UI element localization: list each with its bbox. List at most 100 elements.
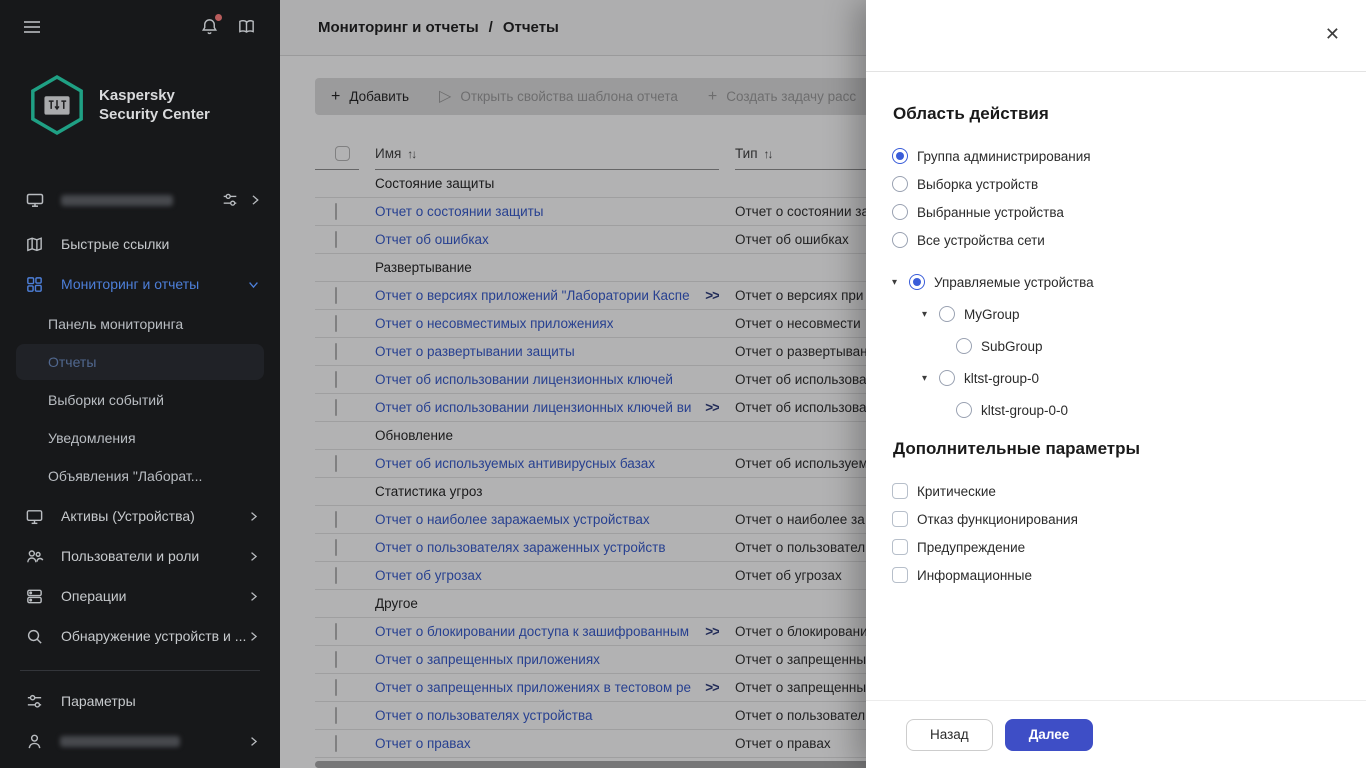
users-icon — [25, 547, 44, 566]
radio-icon[interactable] — [956, 402, 972, 418]
radio-device-selection[interactable]: Выборка устройств — [892, 170, 1336, 198]
radio-icon[interactable] — [892, 148, 908, 164]
map-icon — [25, 235, 44, 254]
sidebar-item-label: Мониторинг и отчеты — [61, 276, 200, 292]
chevron-right-icon — [248, 193, 262, 207]
checkbox-label: Отказ функционирования — [917, 511, 1078, 527]
user-name-redacted — [60, 735, 180, 747]
radio-all-network-devices[interactable]: Все устройства сети — [892, 226, 1336, 254]
sidebar-item-label: Параметры — [61, 693, 136, 709]
chevron-right-icon — [247, 590, 260, 603]
radio-label: Выборка устройств — [917, 176, 1039, 192]
stack-icon — [25, 587, 44, 606]
next-button[interactable]: Далее — [1004, 718, 1094, 751]
sidebar-item-users-roles[interactable]: Пользователи и роли — [0, 536, 280, 576]
radio-label: Все устройства сети — [917, 232, 1045, 248]
new-report-wizard-panel: ✕ Область действия Группа администрирова… — [866, 0, 1366, 768]
server-icon — [25, 190, 45, 210]
checkbox-label: Информационные — [917, 567, 1032, 583]
caret-down-icon[interactable]: ▾ — [922, 373, 939, 384]
checkbox-icon[interactable] — [892, 539, 908, 555]
checkbox-warning[interactable]: Предупреждение — [892, 533, 1336, 561]
sidebar-item-notifications[interactable]: Уведомления — [0, 420, 280, 456]
sidebar-item-event-selections[interactable]: Выборки событий — [0, 382, 280, 418]
radio-icon[interactable] — [939, 306, 955, 322]
sidebar-item-label: Объявления "Лаборат... — [48, 468, 203, 484]
sidebar-item-label: Отчеты — [48, 354, 97, 370]
radio-icon[interactable] — [956, 338, 972, 354]
monitor-icon — [25, 507, 44, 526]
sidebar-item-settings[interactable]: Параметры — [0, 681, 280, 721]
sidebar-divider — [20, 670, 260, 671]
kaspersky-logo: Kaspersky Security Center — [0, 56, 280, 136]
checkbox-icon[interactable] — [892, 483, 908, 499]
caret-down-icon[interactable]: ▾ — [922, 309, 939, 320]
panel-header: ✕ — [866, 0, 1366, 72]
sidebar-item-label: Выборки событий — [48, 392, 164, 408]
brand-title: Kaspersky Security Center — [99, 86, 210, 124]
chevron-right-icon — [247, 510, 260, 523]
documentation-button[interactable] — [237, 17, 256, 39]
checkbox-informational[interactable]: Информационные — [892, 561, 1336, 589]
sidebar-item-label: Быстрые ссылки — [61, 236, 170, 252]
notifications-button[interactable] — [200, 14, 222, 39]
checkbox-label: Предупреждение — [917, 539, 1026, 555]
sidebar: Kaspersky Security Center Быстрые ссылки — [0, 0, 280, 768]
panel-body: Область действия Группа администрировани… — [866, 72, 1366, 700]
sidebar-item-monitoring[interactable]: Мониторинг и отчеты — [0, 264, 280, 304]
sidebar-item-discovery[interactable]: Обнаружение устройств и ... — [0, 616, 280, 656]
tree-node-mygroup[interactable]: ▾ MyGroup — [892, 298, 1336, 330]
radio-icon[interactable] — [892, 204, 908, 220]
tree-node-label: kltst-group-0-0 — [981, 402, 1069, 418]
sidebar-item-announcements[interactable]: Объявления "Лаборат... — [0, 458, 280, 494]
sidebar-item-label: Панель мониторинга — [48, 316, 184, 332]
sidebar-user-account[interactable] — [0, 721, 280, 761]
radio-icon[interactable] — [939, 370, 955, 386]
tree-node-managed-devices[interactable]: ▾ Управляемые устройства — [892, 266, 1336, 298]
server-settings-icon — [221, 191, 239, 209]
sliders-icon — [25, 692, 44, 711]
chevron-right-icon — [247, 630, 260, 643]
tree-node-label: Управляемые устройства — [934, 274, 1094, 290]
user-icon — [25, 732, 44, 751]
hamburger-menu-button[interactable] — [22, 17, 42, 40]
chevron-right-icon — [247, 550, 260, 563]
search-icon — [25, 627, 44, 646]
radio-icon[interactable] — [892, 176, 908, 192]
chevron-down-icon — [247, 278, 260, 291]
scope-title: Область действия — [893, 104, 1049, 123]
sidebar-item-reports[interactable]: Отчеты — [16, 344, 264, 380]
radio-icon[interactable] — [892, 232, 908, 248]
close-icon[interactable]: ✕ — [1325, 24, 1340, 45]
tree-node-label: MyGroup — [964, 306, 1020, 322]
sidebar-item-assets[interactable]: Активы (Устройства) — [0, 496, 280, 536]
server-name-redacted — [61, 194, 173, 206]
sidebar-item-operations[interactable]: Операции — [0, 576, 280, 616]
checkbox-critical[interactable]: Критические — [892, 477, 1336, 505]
group-tree: ▾ Управляемые устройства ▾ MyGroup SubGr… — [892, 266, 1336, 426]
checkbox-functional-failure[interactable]: Отказ функционирования — [892, 505, 1336, 533]
back-button[interactable]: Назад — [906, 718, 993, 751]
chevron-right-icon — [247, 735, 260, 748]
sidebar-item-quick-links[interactable]: Быстрые ссылки — [0, 224, 280, 264]
server-selector[interactable] — [0, 180, 280, 220]
radio-icon[interactable] — [909, 274, 925, 290]
book-icon — [237, 17, 256, 36]
panel-footer: Назад Далее — [866, 700, 1366, 768]
hamburger-icon — [22, 17, 42, 37]
sidebar-item-label: Обнаружение устройств и ... — [61, 628, 247, 644]
sidebar-item-dashboard[interactable]: Панель мониторинга — [0, 306, 280, 342]
additional-params-title: Дополнительные параметры — [893, 439, 1141, 458]
tree-node-kltst-group-0[interactable]: ▾ kltst-group-0 — [892, 362, 1336, 394]
radio-administration-group[interactable]: Группа администрирования — [892, 142, 1336, 170]
checkbox-label: Критические — [917, 483, 996, 499]
sidebar-item-label: Операции — [61, 588, 127, 604]
radio-selected-devices[interactable]: Выбранные устройства — [892, 198, 1336, 226]
sidebar-nav: Быстрые ссылки Мониторинг и отчеты Панел… — [0, 224, 280, 761]
checkbox-icon[interactable] — [892, 567, 908, 583]
tree-node-kltst-group-0-0[interactable]: kltst-group-0-0 — [892, 394, 1336, 426]
checkbox-icon[interactable] — [892, 511, 908, 527]
caret-down-icon[interactable]: ▾ — [892, 277, 909, 288]
notification-dot — [215, 14, 222, 21]
tree-node-subgroup[interactable]: SubGroup — [892, 330, 1336, 362]
